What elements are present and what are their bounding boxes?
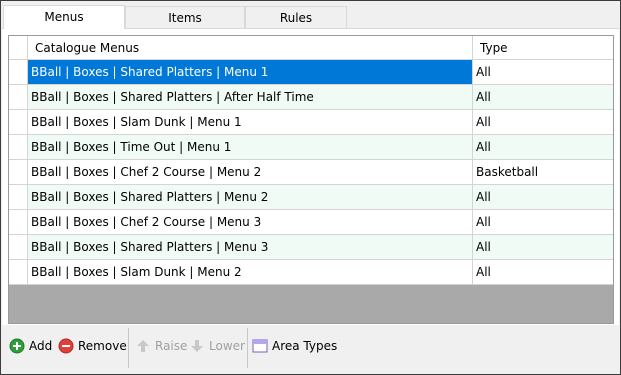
grid-header: Catalogue Menus Type [9,36,613,60]
cell-catalogue-menu[interactable]: BBall | Boxes | Shared Platters | After … [28,85,473,109]
raise-button[interactable]: Raise [135,335,187,357]
toolbar-separator [247,328,248,368]
window-icon [252,339,268,353]
toolbar: Add Remove Raise Lower Area Types [2,327,619,371]
add-button[interactable]: Add [9,335,52,357]
row-header[interactable] [9,110,28,134]
table-row[interactable]: BBall | Boxes | Shared Platters | Menu 1… [9,60,613,85]
cell-catalogue-menu[interactable]: BBall | Boxes | Chef 2 Course | Menu 3 [28,210,473,234]
cell-catalogue-menu[interactable]: BBall | Boxes | Slam Dunk | Menu 2 [28,260,473,284]
arrow-down-icon [191,340,203,352]
cell-catalogue-menu[interactable]: BBall | Boxes | Time Out | Menu 1 [28,135,473,159]
row-header[interactable] [9,135,28,159]
cell-type[interactable]: All [473,135,613,159]
tab-items[interactable]: Items [125,6,245,28]
column-header-type[interactable]: Type [473,36,613,59]
row-header[interactable] [9,235,28,259]
cell-catalogue-menu[interactable]: BBall | Boxes | Shared Platters | Menu 2 [28,185,473,209]
row-header[interactable] [9,160,28,184]
catalogue-menus-grid[interactable]: Catalogue Menus Type BBall | Boxes | Sha… [8,35,614,324]
cell-type[interactable]: All [473,60,613,84]
table-row[interactable]: BBall | Boxes | Shared Platters | Menu 2… [9,185,613,210]
cell-type[interactable]: All [473,110,613,134]
cell-catalogue-menu[interactable]: BBall | Boxes | Shared Platters | Menu 1 [28,60,473,84]
row-header[interactable] [9,60,28,84]
cell-type[interactable]: All [473,260,613,284]
remove-label: Remove [78,339,127,353]
column-header-catalogue-menus[interactable]: Catalogue Menus [28,36,473,59]
cell-type[interactable]: Basketball [473,160,613,184]
row-header-corner[interactable] [9,36,28,59]
row-header[interactable] [9,85,28,109]
menus-panel: Catalogue Menus Type BBall | Boxes | Sha… [2,28,619,325]
cell-type[interactable]: All [473,235,613,259]
cell-catalogue-menu[interactable]: BBall | Boxes | Slam Dunk | Menu 1 [28,110,473,134]
table-row[interactable]: BBall | Boxes | Chef 2 Course | Menu 3 Al… [9,210,613,235]
table-row[interactable]: BBall | Boxes | Slam Dunk | Menu 2 All [9,260,613,285]
grid-rows: BBall | Boxes | Shared Platters | Menu 1… [9,60,613,285]
table-row[interactable]: BBall | Boxes | Time Out | Menu 1 All [9,135,613,160]
lower-button[interactable]: Lower [189,335,245,357]
raise-label: Raise [155,339,188,353]
window-frame: Menus Items Rules Catalogue Menus Type B… [0,0,621,375]
table-row[interactable]: BBall | Boxes | Shared Platters | Menu 3… [9,235,613,260]
cell-catalogue-menu[interactable]: BBall | Boxes | Shared Platters | Menu 3 [28,235,473,259]
cell-type[interactable]: All [473,85,613,109]
table-row[interactable]: BBall | Boxes | Slam Dunk | Menu 1 All [9,110,613,135]
tab-menus[interactable]: Menus [3,5,125,29]
arrow-up-icon [137,340,149,352]
cell-catalogue-menu[interactable]: BBall | Boxes | Chef 2 Course | Menu 2 [28,160,473,184]
row-header[interactable] [9,185,28,209]
area-types-label: Area Types [272,339,338,353]
row-header[interactable] [9,210,28,234]
cell-type[interactable]: All [473,210,613,234]
cell-type[interactable]: All [473,185,613,209]
remove-icon [58,338,74,354]
table-row[interactable]: BBall | Boxes | Chef 2 Course | Menu 2 Ba… [9,160,613,185]
lower-label: Lower [209,339,245,353]
toolbar-separator [128,328,129,368]
row-header[interactable] [9,260,28,284]
tab-strip: Menus Items Rules [3,5,347,29]
add-label: Add [29,339,53,353]
area-types-button[interactable]: Area Types [252,335,337,357]
tab-rules[interactable]: Rules [245,6,347,28]
add-icon [9,338,25,354]
remove-button[interactable]: Remove [58,335,127,357]
table-row[interactable]: BBall | Boxes | Shared Platters | After … [9,85,613,110]
